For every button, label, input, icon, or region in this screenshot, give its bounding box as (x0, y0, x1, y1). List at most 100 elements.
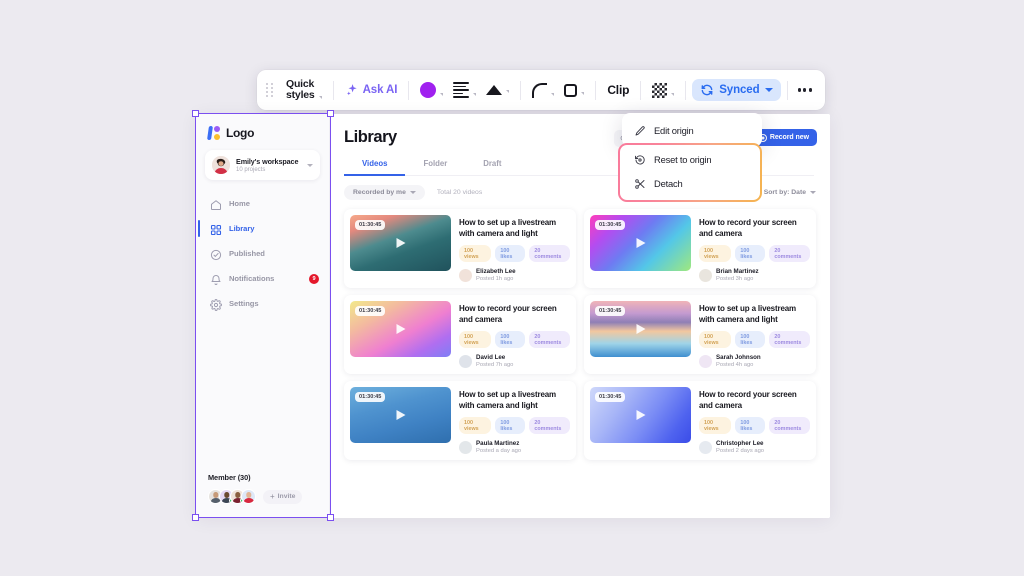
video-thumbnail[interactable]: 01:30:45 (590, 387, 691, 443)
video-duration: 01:30:45 (355, 220, 385, 230)
menu-item-edit-origin[interactable]: Edit origin (622, 118, 762, 142)
recorded-by-filter[interactable]: Recorded by me (344, 185, 425, 200)
avatar (459, 355, 472, 368)
square-shape-button[interactable] (559, 81, 589, 100)
tab-videos[interactable]: Videos (344, 159, 405, 175)
reset-clock-icon (634, 153, 646, 165)
posted-time: Posted 4h ago (716, 362, 761, 368)
comments-badge: 20 comments (769, 331, 810, 348)
synced-label: Synced (719, 84, 759, 96)
app-logo-icon (208, 126, 222, 140)
video-title: How to record your screen and camera (699, 217, 810, 239)
synced-button[interactable]: Synced (692, 79, 780, 101)
workspace-name: Emily's workspace (236, 157, 301, 166)
member-section: Member (30) + Invite (196, 473, 329, 518)
avatar (699, 355, 712, 368)
sort-by-label: Sort by: Date (764, 189, 806, 196)
triangle-shape-button[interactable] (481, 82, 514, 98)
tab-label: Folder (423, 159, 447, 168)
avatar[interactable] (241, 489, 256, 504)
more-horizontal-icon[interactable] (794, 88, 817, 91)
chevron-down-icon (810, 191, 816, 194)
detach-scissors-icon (634, 177, 646, 189)
sidebar-item-library[interactable]: Library (196, 216, 329, 241)
video-author: Elizabeth Lee Posted 1h ago (459, 268, 570, 282)
posted-time: Posted 2 days ago (716, 448, 764, 454)
color-circle-icon (420, 82, 436, 98)
gear-icon (210, 298, 222, 310)
tab-folder[interactable]: Folder (405, 159, 465, 175)
filter-label: Recorded by me (353, 189, 406, 196)
likes-badge: 100 likes (495, 245, 525, 262)
video-card[interactable]: 01:30:45 How to record your screen and c… (344, 295, 576, 374)
likes-badge: 100 likes (735, 245, 765, 262)
drag-grip-icon[interactable] (266, 83, 274, 97)
member-avatars: + Invite (208, 489, 318, 504)
video-card[interactable]: 01:30:45 How to set up a livestream with… (584, 295, 816, 374)
video-duration: 01:30:45 (355, 392, 385, 402)
sidebar-item-label: Library (229, 224, 254, 233)
video-info: How to set up a livestream with camera a… (459, 387, 570, 454)
sidebar-item-notifications[interactable]: Notifications 9 (196, 266, 329, 291)
ask-ai-button[interactable]: Ask AI (340, 80, 403, 100)
opacity-button[interactable] (647, 80, 679, 101)
video-card[interactable]: 01:30:45 How to set up a livestream with… (344, 209, 576, 288)
tab-draft[interactable]: Draft (465, 159, 519, 175)
clip-button[interactable]: Clip (602, 80, 634, 100)
avatar (699, 441, 712, 454)
play-icon[interactable] (396, 410, 405, 420)
sidebar-item-home[interactable]: Home (196, 191, 329, 216)
video-thumbnail[interactable]: 01:30:45 (350, 301, 451, 357)
author-name: Elizabeth Lee (476, 268, 516, 275)
chevron-down-icon (440, 93, 443, 96)
play-icon[interactable] (396, 324, 405, 334)
chevron-down-icon (506, 90, 509, 93)
menu-item-label: Edit origin (654, 125, 694, 136)
video-thumbnail[interactable]: 01:30:45 (590, 301, 691, 357)
invite-button[interactable]: + Invite (263, 490, 302, 504)
video-card[interactable]: 01:30:45 How to set up a livestream with… (344, 381, 576, 460)
avatar (699, 269, 712, 282)
video-card[interactable]: 01:30:45 How to record your screen and c… (584, 209, 816, 288)
chevron-down-icon[interactable] (765, 88, 773, 92)
play-icon[interactable] (636, 410, 645, 420)
video-info: How to set up a livestream with camera a… (699, 301, 810, 368)
play-icon[interactable] (636, 324, 645, 334)
video-stats: 100 views 100 likes 20 comments (699, 331, 810, 348)
logo-text: Logo (226, 126, 254, 140)
video-duration: 01:30:45 (595, 392, 625, 402)
pencil-icon (634, 124, 646, 136)
workspace-switcher[interactable]: Emily's workspace 10 projects (205, 150, 320, 180)
notification-badge: 9 (309, 274, 319, 284)
play-icon[interactable] (636, 238, 645, 248)
divider (333, 81, 334, 100)
menu-item-detach[interactable]: Detach (622, 171, 762, 195)
corner-radius-button[interactable] (527, 80, 559, 101)
video-card[interactable]: 01:30:45 How to record your screen and c… (584, 381, 816, 460)
chevron-down-icon[interactable] (307, 164, 313, 167)
sidebar-item-published[interactable]: Published (196, 241, 329, 266)
color-swatch-button[interactable] (415, 79, 448, 101)
sort-by-control[interactable]: Sort by: Date (764, 189, 816, 196)
quick-styles-button[interactable]: Quick styles (281, 76, 327, 104)
views-badge: 100 views (459, 245, 491, 262)
play-icon[interactable] (396, 238, 405, 248)
video-thumbnail[interactable]: 01:30:45 (590, 215, 691, 271)
text-lines-button[interactable] (448, 79, 481, 101)
menu-item-reset-to-origin[interactable]: Reset to origin (622, 147, 762, 171)
video-author: Sarah Johnson Posted 4h ago (699, 354, 810, 368)
sidebar-item-settings[interactable]: Settings (196, 291, 329, 316)
video-thumbnail[interactable]: 01:30:45 (350, 215, 451, 271)
comments-badge: 20 comments (769, 417, 810, 434)
menu-highlighted-items: Reset to origin Detach (622, 143, 762, 202)
video-thumbnail[interactable]: 01:30:45 (350, 387, 451, 443)
chevron-down-icon (581, 92, 584, 95)
views-badge: 100 views (699, 245, 731, 262)
likes-badge: 100 likes (735, 331, 765, 348)
app-logo[interactable]: Logo (196, 114, 329, 140)
video-duration: 01:30:45 (595, 220, 625, 230)
sidebar-item-label: Published (229, 249, 265, 258)
member-count-label: Member (30) (208, 473, 318, 482)
posted-time: Posted 7h ago (476, 362, 513, 368)
divider (640, 81, 641, 100)
